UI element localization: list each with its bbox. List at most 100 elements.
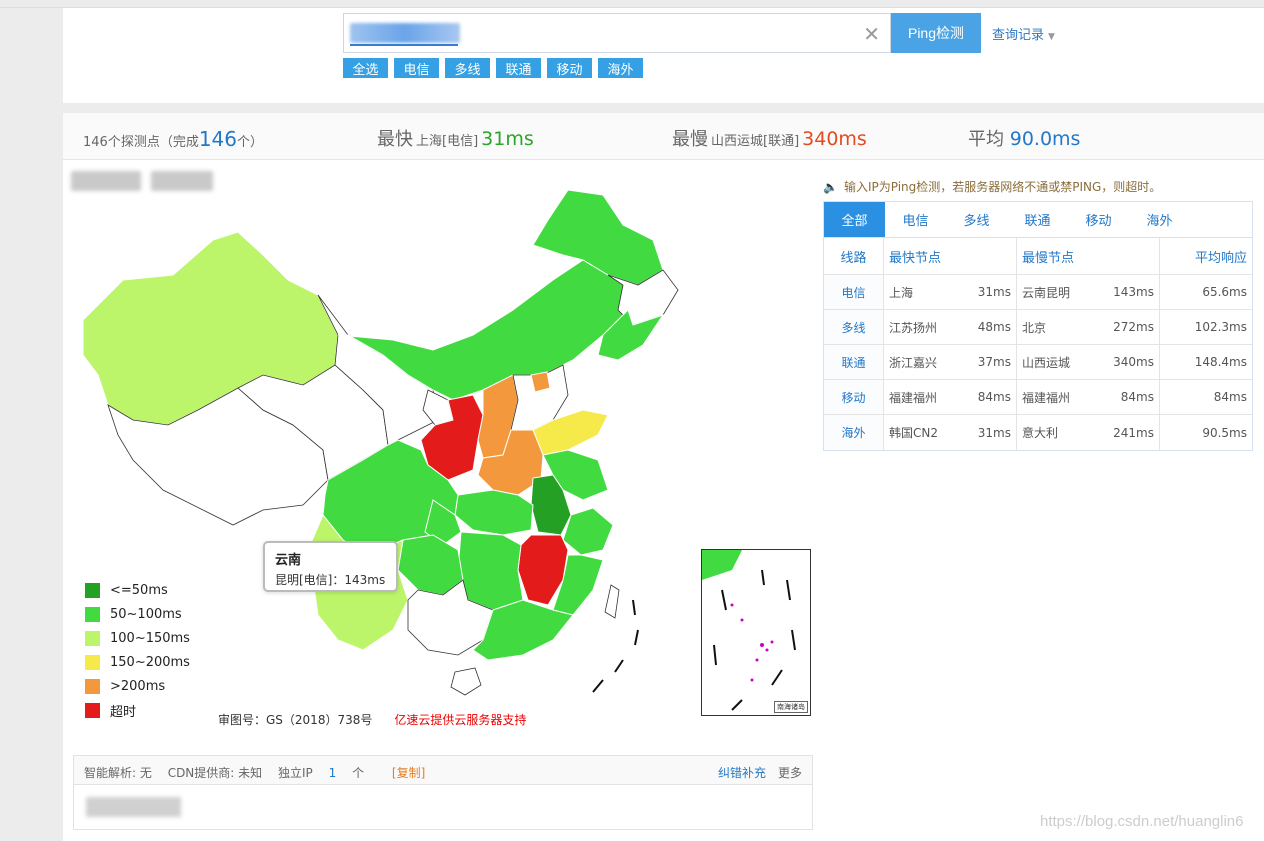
blurred-query-text [350, 23, 460, 43]
row-line[interactable]: 多线 [824, 310, 884, 344]
province-taiwan[interactable] [604, 584, 620, 619]
legend-swatch [85, 606, 100, 622]
inset-label: 南海诸岛 [774, 701, 808, 713]
south-china-sea-inset: 南海诸岛 [701, 549, 811, 716]
row-fastest: 福建福州 84ms [884, 380, 1017, 414]
map-approval-number: 审图号：GS（2018）738号 [218, 713, 373, 727]
legend-swatch [85, 678, 100, 694]
row-average: 148.4ms [1194, 355, 1247, 369]
province-beijing[interactable] [530, 371, 551, 393]
search-panel: ✕ Ping检测 查询记录 ▼ 全选 电信 多线 联通 移动 海外 [63, 8, 1264, 103]
col-slowest: 最慢节点 [1017, 238, 1160, 274]
tooltip-title: 云南 [275, 553, 302, 568]
table-row: 移动 福建福州 84ms 福建福州 84ms 84ms [824, 380, 1252, 415]
watermark: https://blog.csdn.net/huanglin6 [1040, 813, 1244, 830]
legend-item[interactable]: <=50ms [85, 578, 190, 602]
row-fastest: 韩国CN2 31ms [884, 415, 1017, 450]
line-result-table: 全部 电信 多线 联通 移动 海外 线路 最快节点 最慢节点 平均响应 电信 上… [823, 201, 1253, 451]
legend-item[interactable]: 超时 [85, 698, 190, 722]
filter-overseas[interactable]: 海外 [598, 58, 643, 78]
dns-info-bar: 智能解析: 无 CDN提供商: 未知 独立IP 1 个 [复制] 纠错补充 更多 [73, 755, 813, 785]
province-zhejiang[interactable] [562, 507, 614, 556]
row-fastest: 上海 31ms [884, 275, 1017, 309]
filter-unicom[interactable]: 联通 [496, 58, 541, 78]
legend-swatch [85, 630, 100, 646]
line-tabs: 全部 电信 多线 联通 移动 海外 [824, 202, 1252, 238]
copy-button[interactable]: [复制] [392, 766, 425, 780]
slowest-value: 340ms [802, 128, 867, 150]
province-hubei[interactable] [454, 489, 534, 536]
row-fastest: 浙江嘉兴 37ms [884, 345, 1017, 379]
table-row: 电信 上海 31ms 云南昆明 143ms 65.6ms [824, 275, 1252, 310]
province-tooltip: 云南 昆明[电信]：143ms [263, 541, 398, 592]
average-summary: 平均 90.0ms [968, 128, 1081, 150]
province-hainan[interactable] [450, 667, 482, 696]
col-fastest: 最快节点 [884, 238, 1017, 274]
top-bar [0, 0, 1264, 8]
tab-unicom[interactable]: 联通 [1007, 202, 1068, 237]
filter-all[interactable]: 全选 [343, 58, 388, 78]
speaker-icon: 🔈 [823, 180, 838, 194]
sponsor-link[interactable]: 亿速云提供云服务器支持 [394, 713, 526, 727]
clear-icon[interactable]: ✕ [863, 22, 880, 46]
fastest-summary: 最快 上海[电信] 31ms [377, 128, 534, 150]
average-value: 90.0ms [1009, 128, 1081, 150]
report-fix-link[interactable]: 纠错补充 [718, 766, 766, 780]
row-slowest: 福建福州 84ms [1017, 380, 1160, 414]
tab-mobile[interactable]: 移动 [1068, 202, 1129, 237]
filter-telecom[interactable]: 电信 [394, 58, 439, 78]
row-slowest: 意大利 241ms [1017, 415, 1160, 450]
ping-check-button[interactable]: Ping检测 [891, 13, 981, 53]
table-row: 海外 韩国CN2 31ms 意大利 241ms 90.5ms [824, 415, 1252, 450]
legend-swatch [85, 582, 100, 598]
line-filters: 全选 电信 多线 联通 移动 海外 [343, 58, 643, 78]
query-underline [350, 44, 458, 46]
cdn-provider: CDN提供商: 未知 [167, 766, 263, 780]
map-footer: 审图号：GS（2018）738号 亿速云提供云服务器支持 [218, 711, 526, 728]
ip-count-link[interactable]: 1 [329, 766, 337, 780]
tab-overseas[interactable]: 海外 [1129, 202, 1190, 237]
more-link[interactable]: 更多 [778, 766, 802, 780]
row-line[interactable]: 电信 [824, 275, 884, 309]
china-map: 云南 昆明[电信]：143ms <=50ms 50~100ms 100~150m… [63, 160, 813, 753]
tab-multiline[interactable]: 多线 [946, 202, 1007, 237]
blurred-ip [86, 797, 181, 817]
row-fastest: 江苏扬州 48ms [884, 310, 1017, 344]
slowest-summary: 最慢 山西运城[联通] 340ms [672, 128, 867, 150]
row-average: 90.5ms [1202, 425, 1247, 440]
probe-count: 146个探测点（完成146个） [83, 127, 264, 151]
legend-item[interactable]: 150~200ms [85, 650, 190, 674]
legend-item[interactable]: 100~150ms [85, 626, 190, 650]
query-history-dropdown[interactable]: 查询记录 ▼ [992, 24, 1055, 43]
row-line[interactable]: 移动 [824, 380, 884, 414]
tab-telecom[interactable]: 电信 [885, 202, 946, 237]
notice-text: 输入IP为Ping检测，若服务器网络不通或禁PING，则超时。 [843, 180, 1162, 194]
fastest-value: 31ms [481, 128, 534, 150]
caret-down-icon: ▼ [1048, 32, 1055, 42]
row-average: 102.3ms [1194, 320, 1247, 334]
row-slowest: 山西运城 340ms [1017, 345, 1160, 379]
summary-bar: 146个探测点（完成146个） 最快 上海[电信] 31ms 最慢 山西运城[联通] 3… [63, 113, 1264, 160]
table-header: 线路 最快节点 最慢节点 平均响应 [824, 238, 1252, 275]
probe-done-count: 146 [198, 127, 238, 151]
filter-mobile[interactable]: 移动 [547, 58, 592, 78]
filter-multiline[interactable]: 多线 [445, 58, 490, 78]
dns-info-left: 智能解析: 无 CDN提供商: 未知 独立IP 1 个 [复制] [84, 764, 437, 781]
row-slowest: 北京 272ms [1017, 310, 1160, 344]
row-average: 65.6ms [1202, 285, 1247, 299]
tab-all[interactable]: 全部 [824, 202, 885, 237]
map-legend: <=50ms 50~100ms 100~150ms 150~200ms >200… [85, 578, 190, 722]
legend-swatch [85, 702, 100, 718]
legend-item[interactable]: >200ms [85, 674, 190, 698]
row-line[interactable]: 联通 [824, 345, 884, 379]
legend-item[interactable]: 50~100ms [85, 602, 190, 626]
province-guizhou[interactable] [397, 534, 464, 596]
query-history-label: 查询记录 [992, 28, 1045, 43]
row-slowest: 云南昆明 143ms [1017, 275, 1160, 309]
row-line[interactable]: 海外 [824, 415, 884, 450]
search-input[interactable]: ✕ [343, 13, 891, 53]
col-line: 线路 [824, 238, 884, 274]
ip-list-box [73, 785, 813, 830]
legend-swatch [85, 654, 100, 670]
tooltip-line: 昆明[电信]：143ms [275, 573, 386, 587]
